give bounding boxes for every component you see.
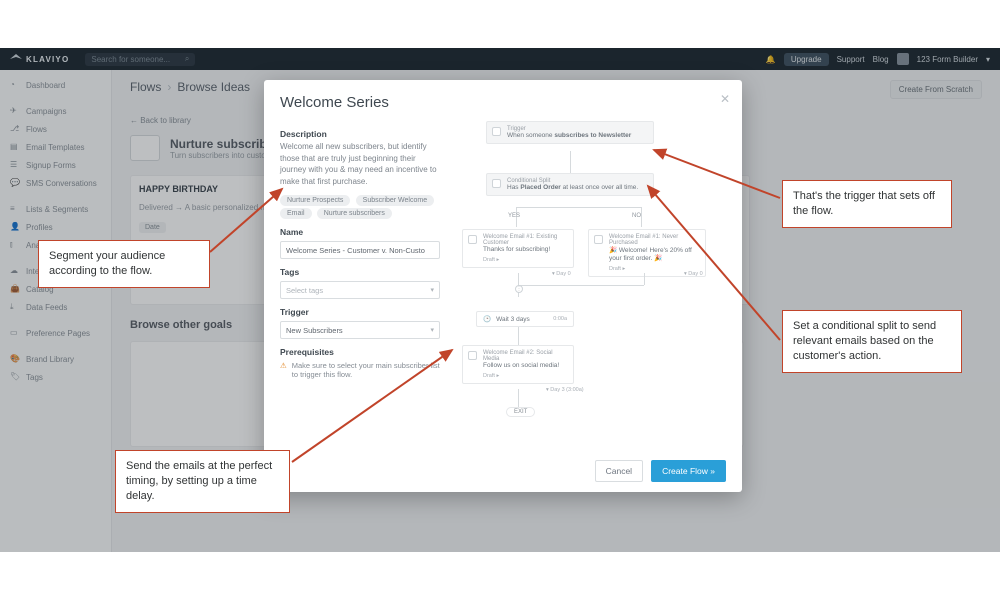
name-label: Name [280,227,440,237]
trigger-value: New Subscribers [286,326,343,335]
day-marker: ▾ Day 0 [552,271,571,277]
modal-tag: Nurture subscribers [317,208,392,219]
name-value: Welcome Series - Customer v. Non-Custo [286,246,425,255]
cancel-button[interactable]: Cancel [595,460,643,482]
card-body: Thanks for subscribing! [483,246,567,253]
callout-trigger: That's the trigger that sets off the flo… [782,180,952,228]
clock-icon: 🕑 [483,315,491,323]
create-flow-modal: Welcome Series ✕ Description Welcome all… [264,80,742,492]
no-label: NO [632,213,641,219]
connector [518,327,519,345]
mail-icon [468,235,477,244]
prereq-text: ⚠ Make sure to select your main subscribe… [280,361,440,379]
callout-segment: Segment your audience according to the f… [38,240,210,288]
flow-exit: EXIT [506,407,535,417]
modal-title: Welcome Series [280,94,726,111]
flow-wait-card: 🕑 Wait 3 days 0:00a [476,311,574,327]
callout-split: Set a conditional split to send relevant… [782,310,962,373]
tags-select[interactable]: Select tags ▾ [280,281,440,299]
day-marker: ▾ Day 0 [684,271,703,277]
modal-footer: Cancel Create Flow » [595,460,726,482]
card-body: When someone subscribes to Newsletter [507,132,647,139]
modal-tag: Subscriber Welcome [356,195,434,206]
flow-email-card: Welcome Email #1: Never Purchased 🎉 Welc… [588,229,706,277]
card-body: Follow us on social media! [483,362,567,369]
bolt-icon [492,127,501,136]
flow-trigger-card: Trigger When someone subscribes to Newsl… [486,121,654,144]
connector [518,285,644,286]
callout-timing: Send the emails at the perfect timing, b… [115,450,290,513]
card-body: 🎉 Welcome! Here's 20% off your first ord… [609,246,699,262]
split-icon [492,179,501,188]
tags-placeholder: Select tags [286,286,323,295]
tags-input-label: Tags [280,267,440,277]
chevron-down-icon: ▾ [430,286,434,294]
flow-email-card: Welcome Email #1: Existing Customer Than… [462,229,574,268]
mail-icon [594,235,603,244]
close-icon[interactable]: ✕ [720,92,730,106]
connector [516,207,642,208]
wait-time: 0:00a [553,316,567,322]
warning-icon: ⚠ [280,361,287,379]
prereq-label: Prerequisites [280,347,440,357]
desc-label: Description [280,129,440,139]
create-flow-button[interactable]: Create Flow » [651,460,726,482]
connector [641,207,642,227]
connector [518,389,519,407]
trigger-label: Trigger [280,307,440,317]
modal-tag: Nurture Prospects [280,195,350,206]
connector [644,273,645,285]
mail-icon [468,351,477,360]
connector [570,151,571,173]
trigger-select[interactable]: New Subscribers ▾ [280,321,440,339]
day-marker: ▾ Day 3 (3:00a) [546,387,584,393]
yes-label: YES [508,213,520,219]
desc-text: Welcome all new subscribers, but identif… [280,141,440,187]
name-input[interactable]: Welcome Series - Customer v. Non-Custo [280,241,440,259]
flow-split-card: Conditional Split Has Placed Order at le… [486,173,654,196]
card-header: Welcome Email #1: Never Purchased [609,234,699,246]
modal-tag: Email [280,208,312,219]
modal-left-column: Description Welcome all new subscribers,… [280,121,440,447]
flow-email-card: Welcome Email #2: Social Media Follow us… [462,345,574,384]
card-header: Welcome Email #2: Social Media [483,350,567,362]
prereq-body: Make sure to select your main subscriber… [292,361,440,379]
join-icon: ⋮ [515,285,523,293]
card-body: Has Placed Order at least once over all … [507,184,647,191]
wait-label: Wait 3 days [496,316,530,323]
chevron-down-icon: ▾ [430,326,434,334]
card-header: Welcome Email #1: Existing Customer [483,234,567,246]
flow-preview: Trigger When someone subscribes to Newsl… [456,121,726,447]
